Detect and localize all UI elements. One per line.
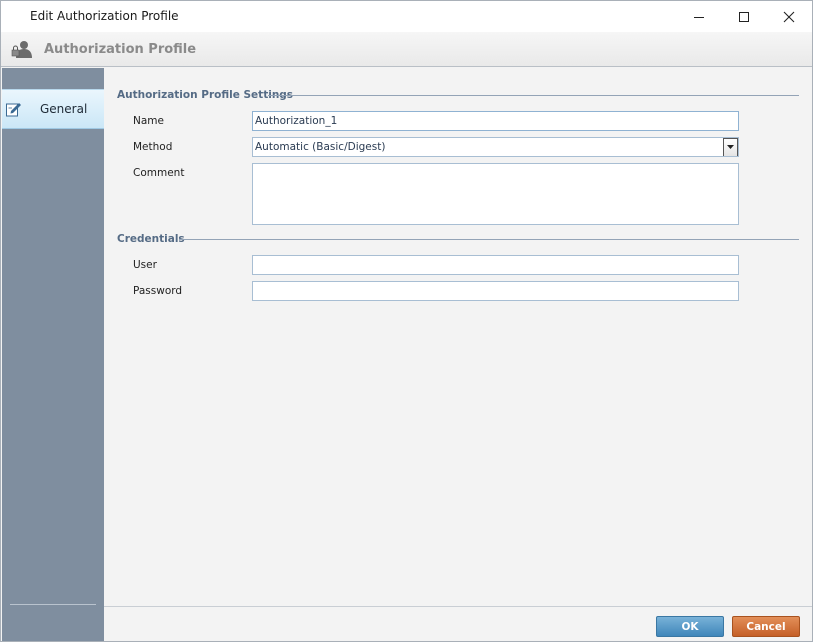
header-title: Authorization Profile bbox=[44, 42, 197, 57]
name-label: Name bbox=[133, 115, 164, 127]
section-divider-settings bbox=[268, 95, 799, 96]
password-field[interactable] bbox=[252, 281, 739, 301]
maximize-button[interactable] bbox=[721, 1, 767, 32]
close-icon bbox=[783, 11, 795, 22]
chevron-down-icon bbox=[727, 145, 734, 149]
sidebar: General bbox=[2, 68, 104, 641]
section-title-credentials: Credentials bbox=[117, 233, 185, 245]
close-button[interactable] bbox=[766, 1, 812, 32]
password-label: Password bbox=[133, 285, 183, 297]
sidebar-item-label: General bbox=[40, 102, 88, 116]
dialog-header: Authorization Profile bbox=[1, 32, 812, 67]
method-dropdown-button[interactable] bbox=[723, 138, 738, 156]
user-lock-icon bbox=[11, 41, 32, 58]
name-field[interactable]: Authorization_1 bbox=[252, 111, 739, 131]
content-panel: Authorization Profile Settings Name Auth… bbox=[104, 68, 812, 606]
dialog-window: Edit Authorization Profile Authorization… bbox=[0, 0, 813, 642]
title-bar[interactable]: Edit Authorization Profile bbox=[1, 1, 812, 32]
dialog-footer: OK Cancel bbox=[104, 606, 812, 641]
comment-label: Comment bbox=[133, 167, 185, 179]
section-title-settings: Authorization Profile Settings bbox=[117, 89, 294, 101]
edit-icon bbox=[6, 103, 21, 117]
user-label: User bbox=[133, 259, 157, 271]
sidebar-divider bbox=[10, 604, 96, 605]
section-divider-credentials bbox=[179, 239, 799, 240]
method-label: Method bbox=[133, 141, 173, 153]
method-select-value: Automatic (Basic/Digest) bbox=[255, 141, 386, 153]
minimize-button[interactable] bbox=[676, 1, 722, 32]
method-select[interactable]: Automatic (Basic/Digest) bbox=[252, 137, 739, 157]
user-field[interactable] bbox=[252, 255, 739, 275]
window-title: Edit Authorization Profile bbox=[30, 9, 179, 23]
maximize-icon bbox=[739, 11, 749, 22]
sidebar-item-general[interactable]: General bbox=[2, 89, 104, 129]
cancel-button[interactable]: Cancel bbox=[732, 616, 800, 637]
minimize-icon bbox=[694, 16, 704, 18]
comment-textarea[interactable] bbox=[252, 163, 739, 225]
ok-button[interactable]: OK bbox=[656, 616, 724, 637]
